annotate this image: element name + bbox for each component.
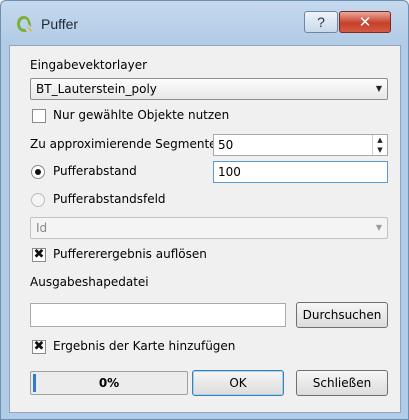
- buffer-field-radio[interactable]: [31, 193, 45, 207]
- progress-bar: 0%: [30, 371, 188, 395]
- spin-down-icon[interactable]: ▼: [373, 145, 387, 155]
- selected-only-label: Nur gewählte Objekte nutzen: [53, 108, 230, 122]
- browse-button[interactable]: Durchsuchen: [296, 302, 388, 328]
- buffer-distance-value: 100: [218, 165, 241, 179]
- input-layer-value: BT_Lauterstein_poly: [36, 82, 157, 96]
- add-to-map-label: Ergebnis der Karte hinzufügen: [53, 339, 236, 353]
- ok-button[interactable]: OK: [192, 370, 284, 396]
- title-bar[interactable]: Puffer ? ✕: [1, 1, 408, 45]
- spin-up-icon[interactable]: ▲: [373, 135, 387, 145]
- buffer-field-combo[interactable]: Id ▼: [30, 217, 388, 239]
- buffer-field-label: Pufferabstandsfeld: [53, 192, 166, 206]
- chevron-down-icon: ▼: [375, 223, 383, 232]
- buffer-field-value: Id: [36, 221, 48, 235]
- chevron-down-icon: ▼: [375, 84, 383, 93]
- buffer-dialog: Puffer ? ✕ Eingabevektorlayer BT_Lauters…: [0, 0, 409, 420]
- dissolve-checkbox[interactable]: ✖: [32, 248, 46, 262]
- selected-only-checkbox[interactable]: [32, 109, 46, 123]
- dialog-content: Eingabevektorlayer BT_Lauterstein_poly ▼…: [9, 45, 401, 413]
- buffer-distance-radio[interactable]: [31, 165, 45, 179]
- add-to-map-checkbox[interactable]: ✖: [32, 340, 46, 354]
- spin-arrows[interactable]: ▲ ▼: [372, 135, 387, 155]
- buffer-distance-input[interactable]: 100: [213, 161, 388, 183]
- help-button[interactable]: ?: [304, 11, 338, 33]
- window-close-button[interactable]: ✕: [339, 11, 391, 33]
- segments-value: 50: [218, 138, 234, 152]
- dissolve-label: Puffererergebnis auflösen: [53, 247, 207, 261]
- input-layer-combo[interactable]: BT_Lauterstein_poly ▼: [30, 78, 388, 100]
- input-layer-label: Eingabevektorlayer: [30, 58, 148, 72]
- progress-text: 0%: [98, 376, 120, 390]
- close-button[interactable]: Schließen: [296, 370, 388, 396]
- output-label: Ausgabeshapedatei: [30, 275, 149, 289]
- qgis-logo-icon: [17, 16, 32, 32]
- window-title: Puffer: [41, 16, 79, 32]
- segments-label: Zu approximierende Segmente: [30, 137, 217, 151]
- output-file-input[interactable]: [30, 303, 286, 327]
- buffer-distance-label: Pufferabstand: [53, 164, 137, 178]
- segments-spinbox[interactable]: 50 ▲ ▼: [213, 134, 388, 156]
